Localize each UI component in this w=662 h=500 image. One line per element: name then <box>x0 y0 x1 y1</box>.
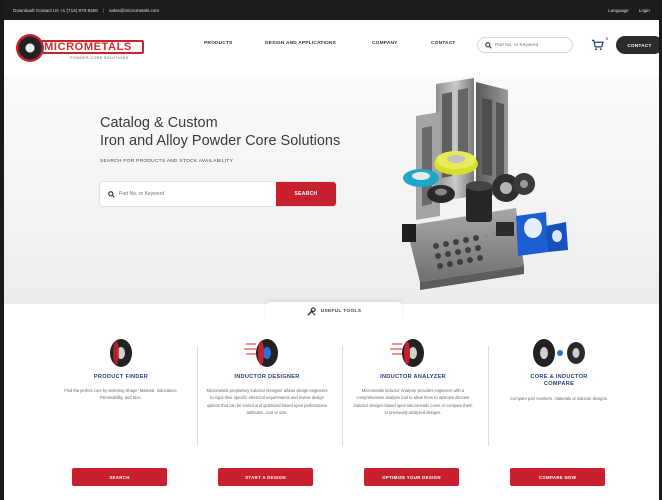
contact-button[interactable]: CONTACT <box>616 36 659 54</box>
compare-title-line-1: CORE & INDUCTOR <box>530 374 588 380</box>
powder-cores-product-image <box>402 78 568 290</box>
compare-title-line-2: COMPARE <box>543 381 575 387</box>
hero-search-field <box>100 182 276 206</box>
compare-now-button[interactable]: COMPARE NOW <box>510 468 605 486</box>
product-finder-description: Find the perfect core by selecting Shape… <box>64 388 178 401</box>
hero-search-input[interactable] <box>119 191 259 197</box>
nav-item-products[interactable]: PRODUCTS <box>204 41 233 46</box>
top-bar: Download! Contact Us +1 (714) 970-9400 |… <box>4 0 659 20</box>
cart-icon <box>591 39 604 51</box>
inductor-analyzer-description: Micrometals Inductor Analyzer provides e… <box>353 388 473 416</box>
hero-subtitle: SEARCH FOR PRODUCTS AND STOCK AVAILABILI… <box>100 159 234 164</box>
search-icon[interactable] <box>485 41 492 49</box>
inductor-designer-icon-wrap <box>196 336 338 370</box>
download-contact-link[interactable]: Download! Contact Us +1 (714) 970-9400 <box>13 8 98 13</box>
search-icon <box>108 190 115 198</box>
compare-icon-wrap <box>488 336 630 370</box>
tools-icon <box>307 306 316 316</box>
hero-title-line-2: Iron and Alloy Powder Core Solutions <box>100 133 341 149</box>
inductor-designer-description: Micrometals proprietary Inductor Designe… <box>206 388 328 416</box>
hero-title: Catalog & Custom Iron and Alloy Powder C… <box>100 114 340 150</box>
product-finder-icon-wrap <box>50 336 192 370</box>
inductor-designer-card: INDUCTOR DESIGNER Micrometals proprietar… <box>196 330 338 500</box>
core-inductor-compare-title: CORE & INDUCTOR COMPARE <box>488 374 630 388</box>
inductor-analyzer-card: INDUCTOR ANALYZER Micrometals Inductor A… <box>342 330 484 500</box>
cart-button[interactable]: 0 <box>591 36 608 52</box>
core-inductor-compare-card: CORE & INDUCTOR COMPARE Compare part num… <box>488 330 630 500</box>
hero-section: Catalog & Custom Iron and Alloy Powder C… <box>4 76 659 304</box>
start-a-design-button[interactable]: START A DESIGN <box>218 468 313 486</box>
analyzer-core-icon <box>390 339 424 367</box>
optimize-your-design-button[interactable]: OPTIMIZE YOUR DESIGN <box>364 468 459 486</box>
topbar-separator: | <box>102 7 105 13</box>
core-ring-icon <box>16 34 44 62</box>
inductor-designer-title: INDUCTOR DESIGNER <box>234 374 300 380</box>
product-finder-title: PRODUCT FINDER <box>93 374 149 380</box>
inductor-analyzer-icon-wrap <box>342 336 484 370</box>
inductor-core-icon <box>244 339 278 367</box>
header-search <box>477 37 573 53</box>
nav-item-design-applications[interactable]: DESIGN AND APPLICATIONS <box>265 41 336 46</box>
logo-frame: MICROMETALS <box>32 40 144 54</box>
useful-tools-tab: USEFUL TOOLS <box>266 302 402 320</box>
email-link[interactable]: sales@micrometals.com <box>109 8 159 13</box>
header-search-input[interactable] <box>495 42 567 48</box>
core-icon <box>110 339 132 367</box>
inductor-analyzer-title: INDUCTOR ANALYZER <box>380 374 446 380</box>
useful-tools-label: USEFUL TOOLS <box>320 308 362 314</box>
product-finder-card: PRODUCT FINDER Find the perfect core by … <box>50 330 192 500</box>
site-header: MICROMETALS POWDER CORE SOLUTIONS PRODUC… <box>4 20 659 76</box>
nav-item-company[interactable]: COMPANY <box>372 41 398 46</box>
login-link[interactable]: Login <box>639 8 650 13</box>
core-inductor-compare-description: Compare part numbers, materials or induc… <box>510 396 608 401</box>
cart-count-badge: 0 <box>605 36 608 41</box>
compare-cores-icon <box>533 339 585 367</box>
language-selector[interactable]: Language <box>608 8 628 13</box>
page-frame: Download! Contact Us +1 (714) 970-9400 |… <box>0 0 662 500</box>
hero-title-line-1: Catalog & Custom <box>100 115 218 131</box>
product-finder-search-button[interactable]: SEARCH <box>72 468 167 486</box>
logo-wordmark: MICROMETALS <box>44 41 132 53</box>
nav-item-contact[interactable]: CONTACT <box>431 41 456 46</box>
micrometals-logo[interactable]: MICROMETALS POWDER CORE SOLUTIONS <box>16 34 146 62</box>
hero-search-button[interactable]: SEARCH <box>276 182 336 206</box>
hero-search-bar: SEARCH <box>100 182 336 206</box>
logo-tagline: POWDER CORE SOLUTIONS <box>70 56 129 60</box>
